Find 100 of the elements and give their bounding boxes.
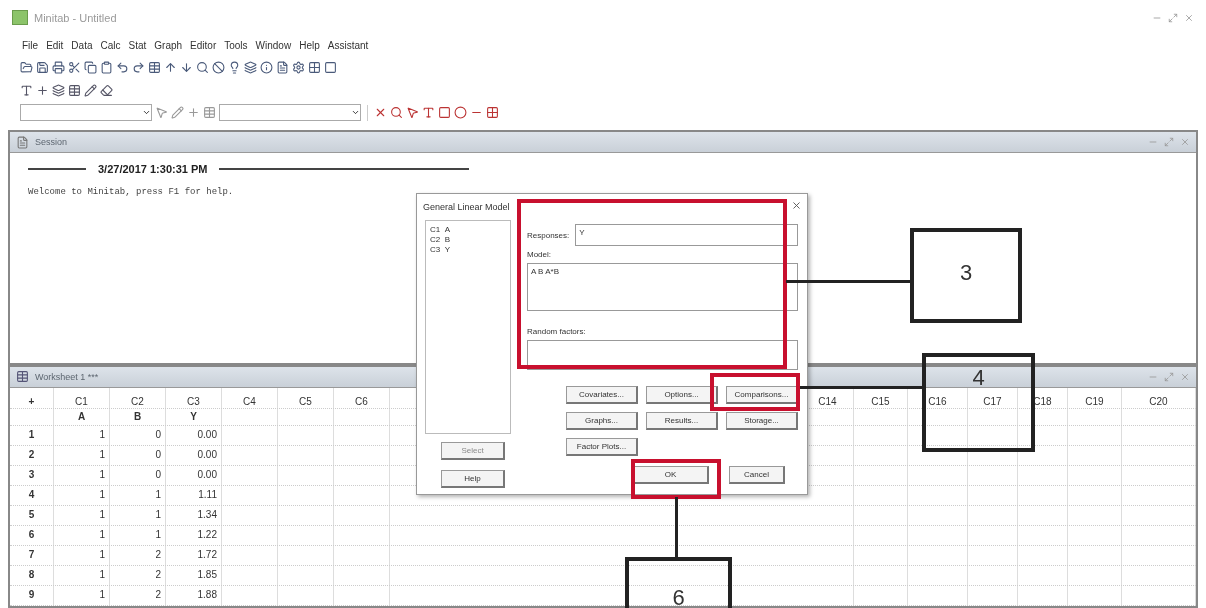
table-cell: 1	[99, 489, 105, 501]
table-cell: 1	[99, 589, 105, 601]
info-icon[interactable]	[260, 60, 273, 74]
random-factors-field[interactable]	[527, 340, 798, 370]
dialog-button[interactable]: Covariates...	[566, 386, 638, 404]
column-header[interactable]: C19	[1068, 388, 1122, 408]
menu-item[interactable]: Edit	[46, 40, 64, 52]
row-number: 4	[10, 486, 54, 505]
pencil-icon[interactable]	[84, 83, 97, 97]
search-icon[interactable]	[196, 60, 209, 74]
menu-item[interactable]: File	[22, 40, 39, 52]
dialog-button[interactable]: Storage...	[726, 412, 798, 430]
plus-icon[interactable]	[36, 83, 49, 97]
pointer-icon[interactable]	[406, 106, 419, 120]
menu-item[interactable]: Data	[71, 40, 93, 52]
menu-item[interactable]: Help	[299, 40, 320, 52]
variable-item[interactable]: C3 Y	[430, 245, 506, 254]
menu-item[interactable]: Graph	[154, 40, 183, 52]
dialog-button[interactable]: Results...	[646, 412, 718, 430]
worksheet-icon	[16, 370, 29, 384]
document-icon[interactable]	[276, 60, 289, 74]
row-number: 3	[10, 466, 54, 485]
save-icon[interactable]	[36, 60, 49, 74]
model-field[interactable]: A B A*B	[527, 263, 798, 311]
menu-item[interactable]: Editor	[190, 40, 217, 52]
menu-item[interactable]: Window	[255, 40, 292, 52]
cancel-button[interactable]: Cancel	[729, 466, 785, 484]
table-icon[interactable]	[68, 83, 81, 97]
up-arrow-icon[interactable]	[164, 60, 177, 74]
table-cell: 1	[155, 489, 161, 501]
row-number: 8	[10, 566, 54, 585]
settings-icon[interactable]	[292, 60, 305, 74]
column-header[interactable]: C6	[334, 388, 390, 408]
pencil-icon[interactable]	[171, 106, 184, 120]
dialog-button[interactable]: Options...	[646, 386, 718, 404]
menu-item[interactable]: Tools	[224, 40, 248, 52]
variable-item[interactable]: C1 A	[430, 225, 506, 234]
table-icon[interactable]	[148, 60, 161, 74]
ban-icon[interactable]	[212, 60, 225, 74]
column-header[interactable]: C4	[222, 388, 278, 408]
dropdown-field[interactable]	[20, 104, 152, 122]
table-cell: 0.00	[197, 449, 217, 461]
variable-list[interactable]: C1 A C2 B C3 Y	[425, 220, 511, 434]
clipboard-icon[interactable]	[100, 60, 113, 74]
close-icon[interactable]	[791, 200, 802, 211]
row-number: 6	[10, 526, 54, 545]
table-cell: 1	[155, 509, 161, 521]
copy-icon[interactable]	[84, 60, 97, 74]
font-icon[interactable]	[20, 83, 33, 97]
lightbulb-icon[interactable]	[228, 60, 241, 74]
rectangle-icon[interactable]	[438, 106, 451, 120]
square-icon[interactable]	[324, 60, 337, 74]
pointer-icon[interactable]	[155, 106, 168, 120]
menu-item[interactable]: Calc	[100, 40, 121, 52]
row-number: 1	[10, 426, 54, 445]
dialog-button[interactable]: Factor Plots...	[566, 438, 638, 456]
table-cell: 1	[99, 569, 105, 581]
menu-item[interactable]: Assistant	[327, 40, 369, 52]
dropdown-field[interactable]	[219, 104, 361, 122]
responses-field[interactable]: Y	[575, 224, 798, 246]
column-name: A	[77, 411, 86, 422]
text-icon[interactable]	[422, 106, 435, 120]
variable-item[interactable]: C2 B	[430, 235, 506, 244]
column-header[interactable]: C2	[110, 388, 166, 408]
dialog-button[interactable]: Comparisons...	[726, 386, 798, 404]
table-cell: 1.11	[198, 489, 217, 501]
dialog-title: General Linear Model	[422, 201, 511, 214]
session-icon	[16, 135, 29, 149]
grid-icon[interactable]	[308, 60, 321, 74]
column-header[interactable]: +	[10, 388, 54, 408]
search-icon[interactable]	[390, 106, 403, 120]
column-name: Y	[190, 411, 197, 422]
scissors-icon[interactable]	[68, 60, 81, 74]
table-cell: 1	[155, 529, 161, 541]
dialog-button[interactable]: Graphs...	[566, 412, 638, 430]
table-cell: 2	[155, 589, 161, 601]
table-cell: 0.00	[197, 429, 217, 441]
down-arrow-icon[interactable]	[180, 60, 193, 74]
column-header[interactable]: C17	[968, 388, 1018, 408]
redo-icon[interactable]	[132, 60, 145, 74]
column-header[interactable]: C5	[278, 388, 334, 408]
column-header[interactable]: C1	[54, 388, 110, 408]
ok-button[interactable]: OK	[633, 466, 709, 484]
table-cell: 1	[99, 509, 105, 521]
column-header[interactable]: C20	[1122, 388, 1196, 408]
undo-icon[interactable]	[116, 60, 129, 74]
printer-icon[interactable]	[52, 60, 65, 74]
eraser-icon[interactable]	[100, 83, 113, 97]
worksheet-title: Worksheet 1 ***	[35, 372, 99, 382]
layers-icon[interactable]	[52, 83, 65, 97]
grid-icon[interactable]	[486, 106, 499, 120]
ellipse-icon[interactable]	[454, 106, 467, 120]
help-button[interactable]: Help	[441, 470, 505, 488]
table-cell: 1.88	[197, 589, 217, 601]
folder-icon[interactable]	[20, 60, 33, 74]
menu-item[interactable]: Stat	[128, 40, 147, 52]
layers-icon[interactable]	[244, 60, 257, 74]
field-label: Responses:	[527, 230, 570, 240]
column-header[interactable]: C3	[166, 388, 222, 408]
table-cell: 0.00	[197, 469, 217, 481]
